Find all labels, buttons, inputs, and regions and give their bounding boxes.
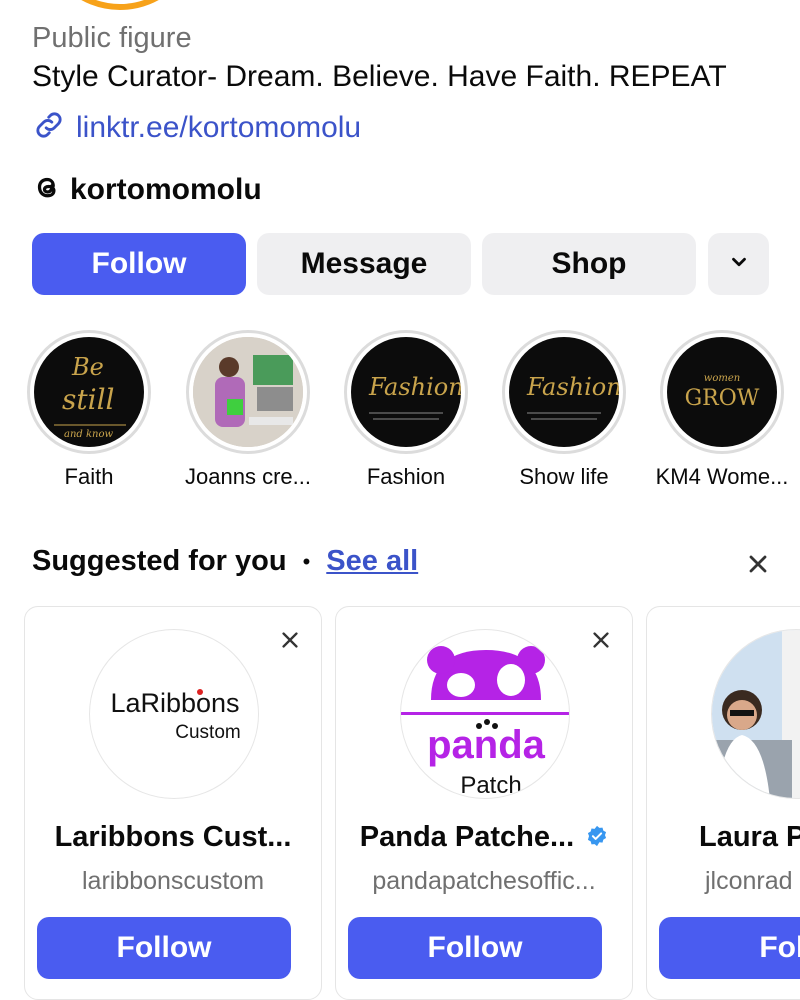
highlight-label: Joanns cre... — [185, 464, 311, 489]
highlight-label: Show life — [519, 464, 609, 489]
suggested-username: pandapatchesoffic... — [372, 867, 596, 895]
suggested-card-laura[interactable]: Laura P jlconrad Foll — [646, 606, 800, 1000]
highlight-label: Faith — [64, 464, 114, 489]
suggested-name-row[interactable]: Panda Patche... — [336, 821, 632, 855]
see-all-link[interactable]: See all — [326, 545, 418, 578]
highlight-cover: Be still and know — [34, 337, 144, 447]
profile-avatar[interactable] — [40, 0, 200, 10]
logo-sub: Patch — [460, 772, 521, 799]
highlight-joanns[interactable]: Joanns cre... — [178, 330, 318, 490]
highlight-ring — [186, 330, 310, 454]
highlight-cover: Fashion: — [351, 337, 461, 447]
highlight-cover: women GROW — [667, 337, 777, 447]
cover-text-fashion: Fashion: — [368, 373, 461, 401]
highlight-label: KM4 Wome... — [655, 464, 789, 489]
close-icon[interactable] — [590, 629, 612, 656]
logo-main: panda — [427, 723, 546, 767]
more-options-button[interactable] — [708, 233, 769, 295]
profile-category: Public figure — [32, 22, 192, 54]
chevron-down-icon — [728, 247, 750, 281]
profile-bio: Style Curator- Dream. Believe. Have Fait… — [32, 60, 727, 93]
suggested-follow-button[interactable]: Foll — [659, 917, 800, 979]
suggested-avatar[interactable]: panda Patch — [400, 629, 570, 799]
suggested-name[interactable]: Laribbons Cust... — [25, 821, 321, 854]
suggested-follow-button[interactable]: Follow — [348, 917, 602, 979]
profile-link[interactable]: linktr.ee/kortomomolu — [32, 108, 361, 147]
highlight-ring: Fashion: — [344, 330, 468, 454]
highlight-ring: Be still and know — [27, 330, 151, 454]
shop-button[interactable]: Shop — [482, 233, 696, 295]
cover-text-grow: GROW — [685, 386, 760, 411]
suggested-header: Suggested for you • See all — [32, 545, 418, 578]
cover-text-fashion: Fashion: — [526, 373, 619, 401]
follow-button[interactable]: Follow — [32, 233, 246, 295]
suggested-card-panda-patches[interactable]: panda Patch Panda Patche... pandapatches… — [335, 606, 633, 1000]
highlight-faith[interactable]: Be still and know Faith — [19, 330, 159, 490]
suggested-card-laribbons[interactable]: LaRibbons Custom Laribbons Cust... larib… — [24, 606, 322, 1000]
threads-badge[interactable]: kortomomolu — [32, 172, 262, 207]
suggested-username: laribbonscustom — [81, 867, 265, 895]
highlight-show-life[interactable]: Fashion: Show life — [494, 330, 634, 490]
verified-badge-icon — [586, 822, 608, 855]
threads-handle: kortomomolu — [70, 172, 262, 206]
dismiss-suggestions-close-icon[interactable] — [744, 550, 772, 583]
cover-text-andknow: and know — [64, 429, 114, 440]
highlight-label: Fashion — [366, 464, 446, 489]
threads-icon — [32, 172, 62, 207]
highlight-cover-photo — [193, 337, 303, 447]
suggested-username: jlconrad — [705, 867, 793, 895]
close-icon[interactable] — [279, 629, 301, 656]
logo-main: LaRibbons — [110, 688, 239, 718]
story-highlights: Be still and know Faith Joanns cre... Fa… — [0, 330, 800, 500]
suggested-avatar[interactable]: LaRibbons Custom — [89, 629, 259, 799]
link-icon — [32, 108, 66, 147]
cover-text-be: Be — [71, 353, 104, 381]
logo-sub: Custom — [175, 722, 240, 743]
suggested-avatar[interactable] — [711, 629, 800, 799]
cover-text-women: women — [704, 373, 740, 384]
highlight-fashion[interactable]: Fashion: Fashion — [336, 330, 476, 490]
message-button[interactable]: Message — [257, 233, 471, 295]
suggested-follow-button[interactable]: Follow — [37, 917, 291, 979]
separator-dot: • — [302, 548, 311, 574]
link-text[interactable]: linktr.ee/kortomomolu — [76, 111, 361, 145]
highlight-km4-women[interactable]: women GROW KM4 Wome... — [652, 330, 792, 490]
profile-page: Public figure Style Curator- Dream. Beli… — [0, 0, 800, 1000]
suggested-name[interactable]: Laura P — [699, 821, 800, 854]
suggested-name[interactable]: Panda Patche... — [360, 821, 574, 853]
highlight-ring: women GROW — [660, 330, 784, 454]
suggested-title: Suggested for you — [32, 545, 287, 577]
highlight-ring: Fashion: — [502, 330, 626, 454]
highlight-cover: Fashion: — [509, 337, 619, 447]
cover-text-still: still — [62, 383, 115, 416]
